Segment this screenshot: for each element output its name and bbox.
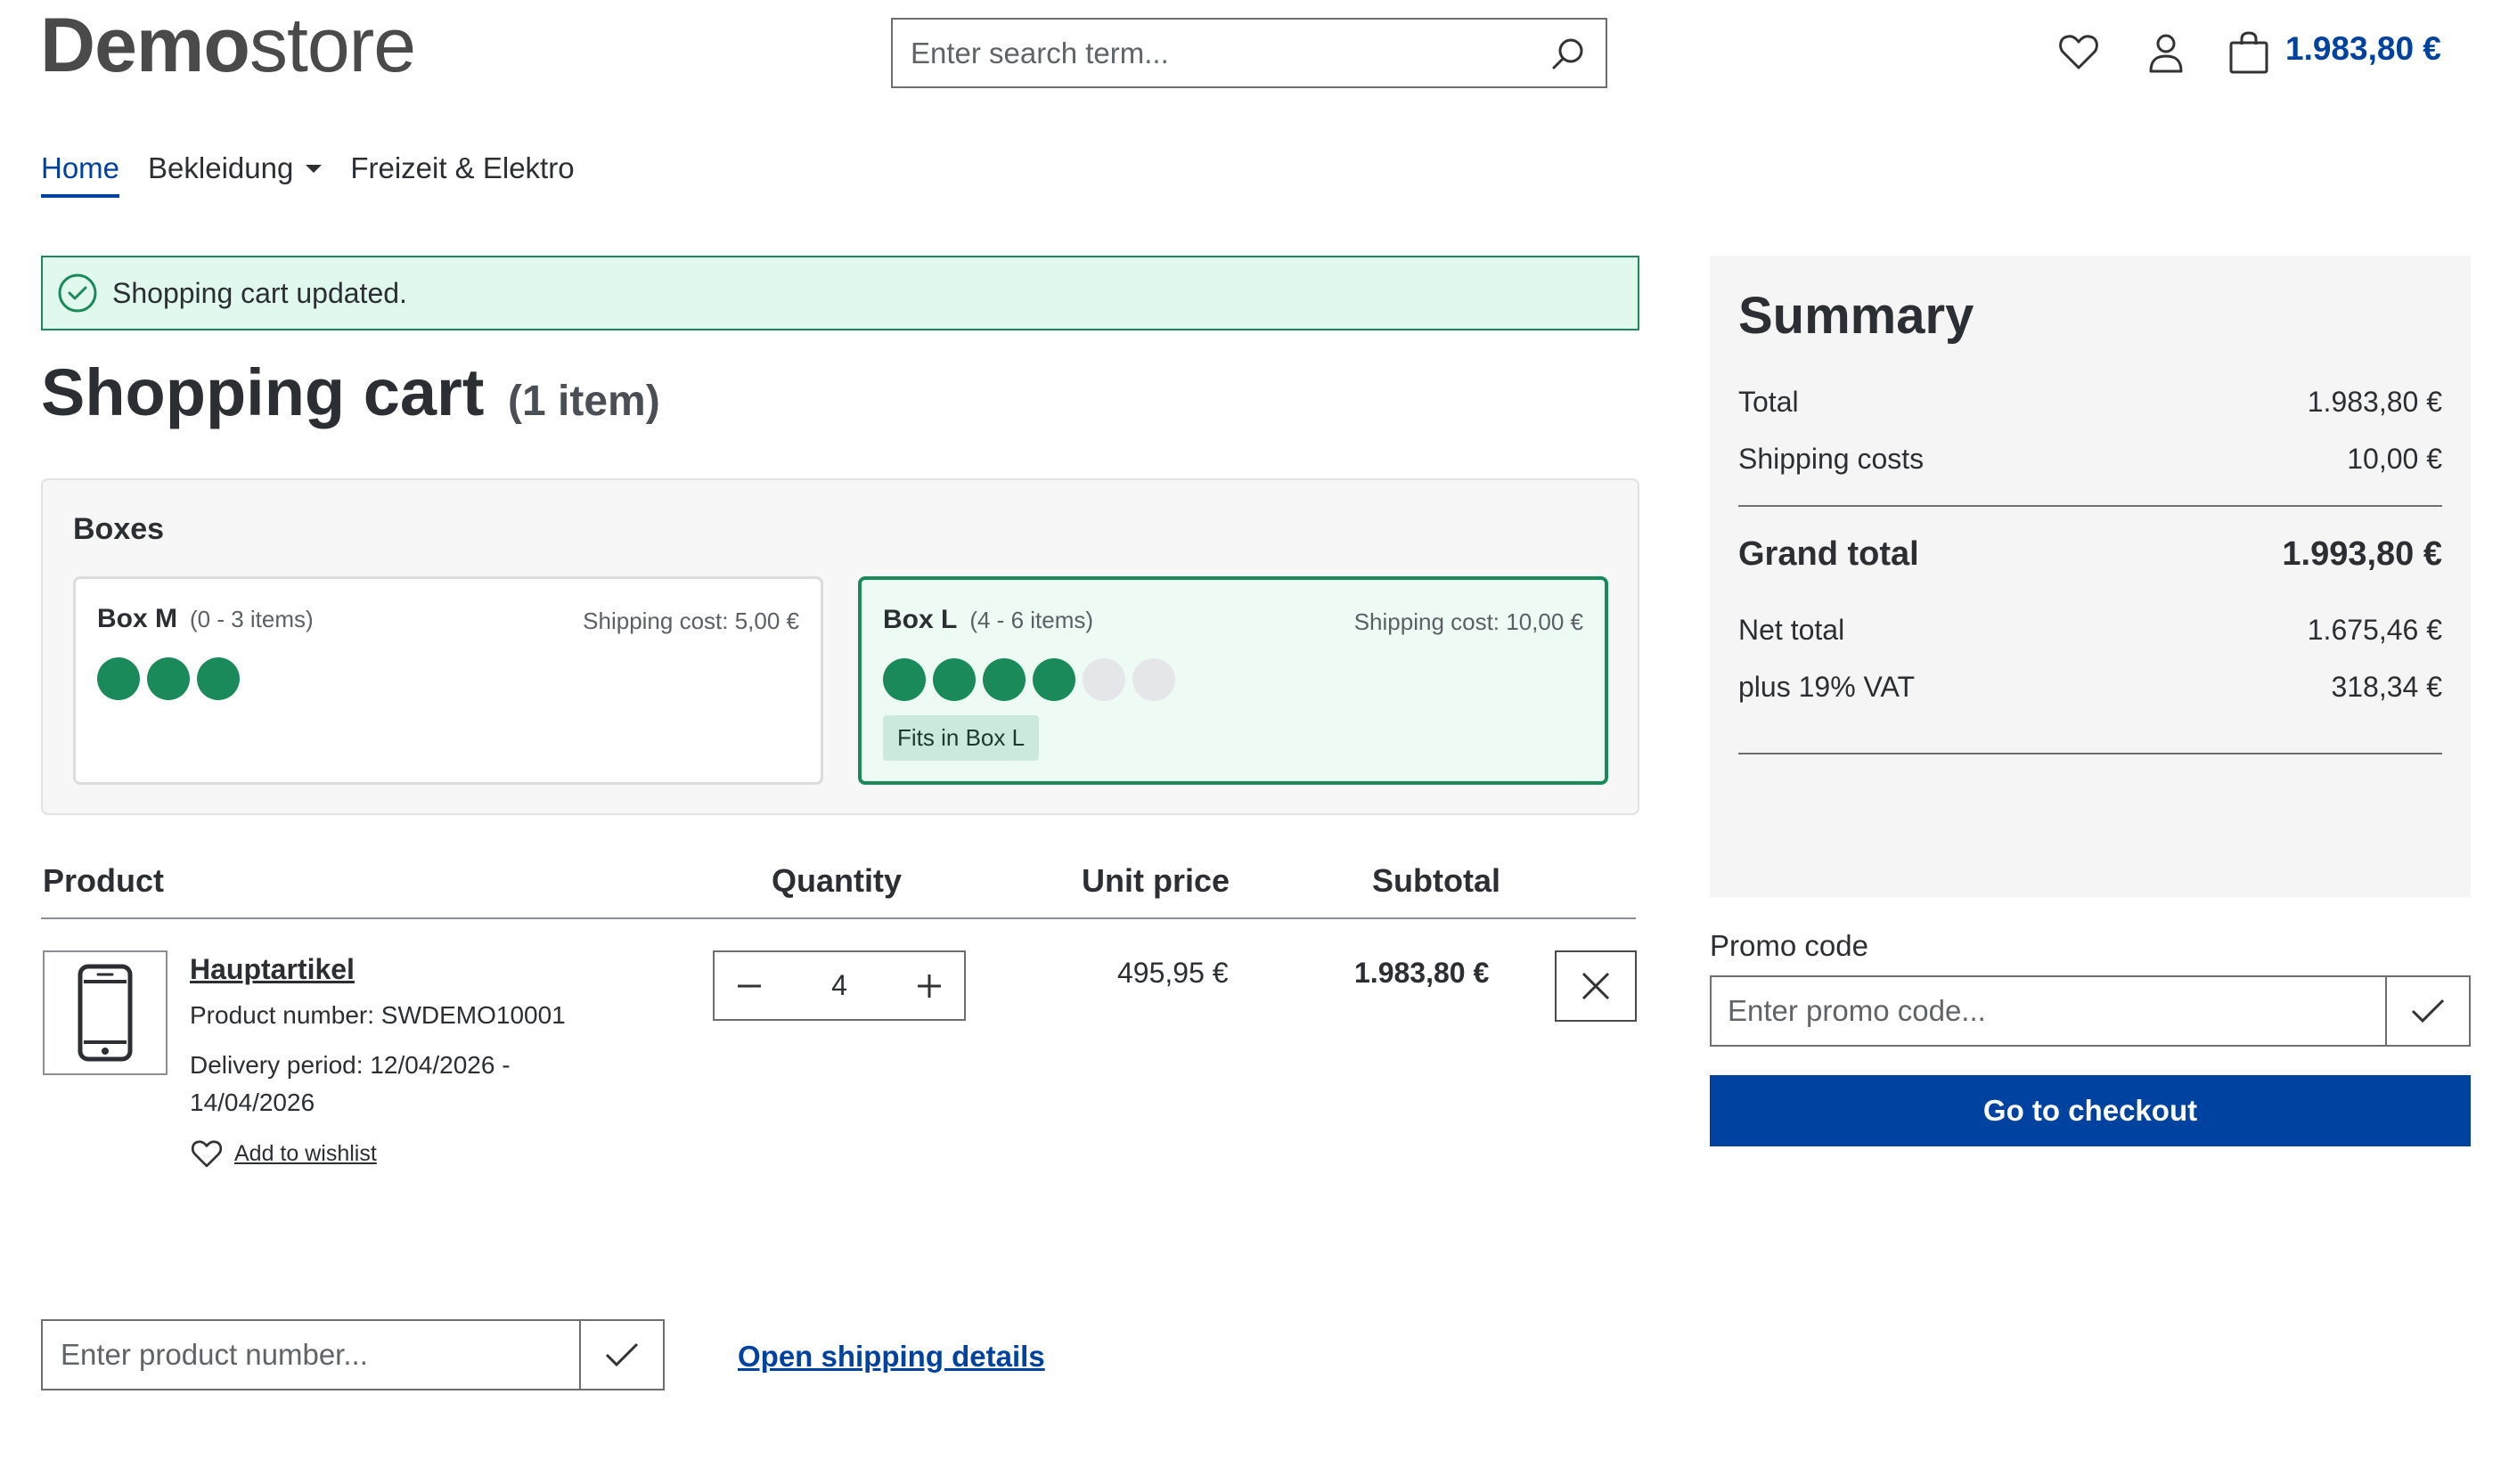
col-header-subtotal: Subtotal	[1372, 862, 1500, 899]
add-to-wishlist-link[interactable]: Add to wishlist	[190, 1138, 377, 1169]
product-number-input[interactable]	[43, 1321, 579, 1389]
bag-icon[interactable]	[2227, 30, 2270, 75]
filled-dot	[197, 657, 240, 700]
nav-item-label: Bekleidung	[148, 151, 294, 184]
apply-promo-button[interactable]	[2385, 977, 2469, 1045]
filled-dot	[883, 658, 926, 701]
search-input[interactable]	[893, 20, 1552, 86]
summary-grand-total-row: Grand total 1.993,80 €	[1738, 535, 2442, 574]
empty-dot	[1132, 658, 1175, 701]
main-nav: Home Bekleidung Freizeit & Elektro	[41, 151, 575, 198]
logo-bold-text: Demo	[40, 3, 250, 88]
store-logo[interactable]: Demostore	[40, 7, 416, 84]
box-name: Box M (0 - 3 items)	[97, 604, 314, 634]
plus-icon[interactable]	[916, 973, 943, 999]
summary-divider	[1738, 505, 2442, 507]
summary-label: plus 19% VAT	[1738, 671, 1916, 703]
summary-value: 1.983,80 €	[2307, 386, 2442, 418]
heart-icon	[190, 1138, 224, 1169]
user-icon[interactable]	[2147, 32, 2185, 73]
box-fill-dots	[97, 657, 240, 700]
item-count: (1 item)	[508, 378, 660, 425]
col-header-unit-price: Unit price	[1082, 862, 1230, 899]
page-title: Shopping cart (1 item)	[41, 355, 660, 430]
filled-dot	[983, 658, 1026, 701]
add-product-button[interactable]	[579, 1321, 663, 1389]
summary-net-row: Net total 1.675,46 €	[1738, 614, 2442, 647]
col-header-product: Product	[43, 862, 165, 899]
box-shipping-cost: Shipping cost: 5,00 €	[583, 607, 799, 634]
empty-dot	[1083, 658, 1125, 701]
alert-text: Shopping cart updated.	[112, 276, 407, 309]
heart-icon[interactable]	[2058, 32, 2099, 71]
promo-code-form	[1710, 975, 2471, 1047]
summary-shipping-row: Shipping costs 10,00 €	[1738, 443, 2442, 476]
line-subtotal: 1.983,80 €	[1354, 957, 1490, 989]
remove-item-button[interactable]	[1555, 950, 1637, 1022]
summary-label: Grand total	[1738, 535, 1919, 573]
check-circle-icon	[57, 273, 98, 314]
product-thumbnail[interactable]	[43, 950, 168, 1075]
search-box	[891, 18, 1607, 88]
promo-code-input[interactable]	[1712, 977, 2385, 1045]
filled-dot	[1033, 658, 1075, 701]
box-range: (4 - 6 items)	[969, 607, 1094, 633]
caret-down-icon	[306, 164, 323, 173]
nav-item-home[interactable]: Home	[41, 151, 120, 198]
promo-code-label: Promo code	[1710, 929, 1868, 962]
smartphone-icon	[77, 964, 134, 1062]
summary-label: Net total	[1738, 614, 1845, 646]
quantity-value[interactable]: 4	[831, 969, 847, 1002]
page-title-text: Shopping cart	[41, 355, 485, 429]
filled-dot	[147, 657, 190, 700]
nav-item-freizeit-elektro[interactable]: Freizeit & Elektro	[350, 151, 574, 185]
box-shipping-cost: Shipping cost: 10,00 €	[1353, 608, 1583, 635]
box-name: Box L (4 - 6 items)	[883, 605, 1093, 635]
delivery-period-end: 14/04/2026	[190, 1089, 315, 1116]
unit-price: 495,95 €	[1117, 957, 1229, 989]
success-alert: Shopping cart updated.	[41, 256, 1639, 330]
quantity-stepper: 4	[713, 950, 966, 1021]
box-name-text: Box L	[883, 605, 958, 634]
summary-vat-row: plus 19% VAT 318,34 €	[1738, 671, 2442, 704]
table-divider	[41, 917, 1636, 919]
checkmark-icon	[2410, 998, 2446, 1024]
box-fill-dots	[883, 658, 1175, 701]
summary-total-row: Total 1.983,80 €	[1738, 386, 2442, 419]
go-to-checkout-button[interactable]: Go to checkout	[1710, 1075, 2471, 1146]
product-name-link[interactable]: Hauptartikel	[190, 953, 355, 986]
fits-badge: Fits in Box L	[883, 715, 1040, 761]
product-number: Product number: SWDEMO10001	[190, 1001, 566, 1029]
col-header-quantity: Quantity	[772, 862, 903, 899]
cart-total[interactable]: 1.983,80 €	[2285, 30, 2441, 68]
delivery-period: Delivery period: 12/04/2026 -	[190, 1051, 511, 1079]
box-option-l[interactable]: Box L (4 - 6 items) Shipping cost: 10,00 …	[858, 576, 1608, 785]
open-shipping-details-link[interactable]: Open shipping details	[738, 1340, 1045, 1374]
wishlist-label: Add to wishlist	[234, 1140, 377, 1166]
summary-label: Total	[1738, 386, 1799, 418]
close-icon	[1581, 971, 1611, 1001]
summary-value: 1.675,46 €	[2307, 614, 2442, 646]
add-product-form	[41, 1319, 665, 1390]
nav-item-bekleidung[interactable]: Bekleidung	[148, 151, 323, 185]
box-option-m[interactable]: Box M (0 - 3 items) Shipping cost: 5,00 €	[73, 576, 823, 785]
box-name-text: Box M	[97, 604, 177, 633]
summary-panel: Summary Total 1.983,80 € Shipping costs 10…	[1710, 256, 2471, 897]
summary-value: 10,00 €	[2347, 443, 2442, 475]
filled-dot	[933, 658, 976, 701]
logo-regular-text: store	[249, 3, 416, 88]
summary-value: 318,34 €	[2331, 671, 2442, 703]
summary-value: 1.993,80 €	[2282, 535, 2442, 573]
summary-heading: Summary	[1738, 287, 1974, 345]
summary-divider	[1738, 753, 2442, 754]
box-range: (0 - 3 items)	[190, 606, 314, 632]
boxes-panel: Boxes Box M (0 - 3 items) Shipping cost: …	[41, 478, 1639, 815]
minus-icon[interactable]	[736, 973, 763, 999]
search-icon[interactable]	[1549, 35, 1588, 74]
summary-label: Shipping costs	[1738, 443, 1925, 475]
boxes-heading: Boxes	[73, 512, 165, 546]
filled-dot	[97, 657, 140, 700]
checkmark-icon	[604, 1341, 640, 1368]
